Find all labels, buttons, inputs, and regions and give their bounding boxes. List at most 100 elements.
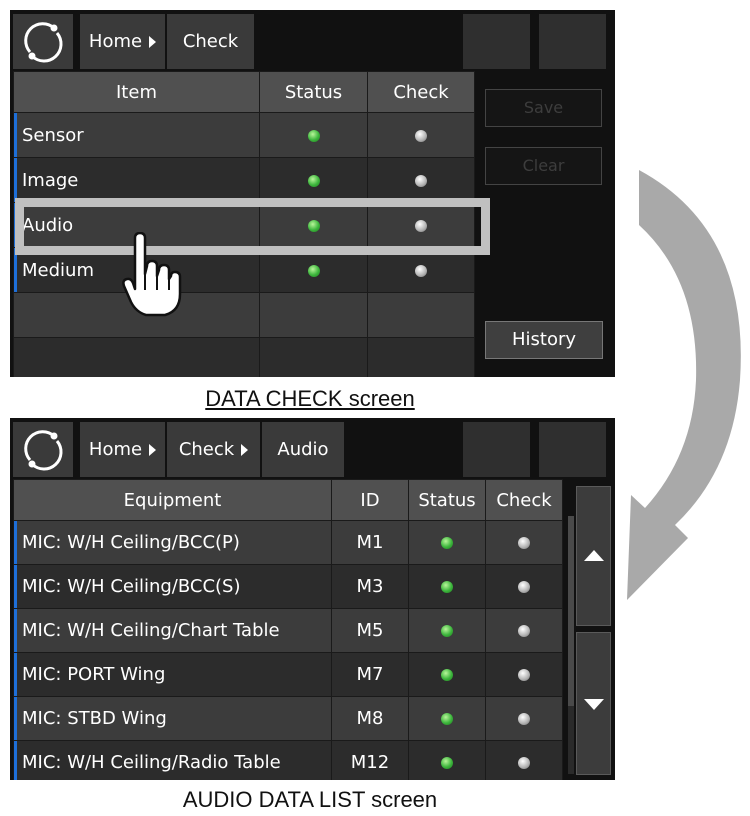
top-button-2[interactable] [539, 14, 606, 69]
top-button-1[interactable] [463, 14, 530, 69]
scroll-up-icon [583, 550, 604, 561]
table-row[interactable]: MIC: W/H Ceiling/BCC(S) M3 [13, 564, 563, 609]
equipment-id: M8 [331, 696, 409, 741]
status-cell [408, 696, 486, 741]
check-indicator [518, 537, 530, 549]
clear-button[interactable]: Clear [485, 147, 602, 185]
check-cell [485, 652, 563, 697]
status-cell [259, 112, 368, 158]
table-row-sensor[interactable]: Sensor [13, 112, 475, 158]
top-button-1[interactable] [463, 422, 530, 477]
equipment-name: MIC: STBD Wing [13, 696, 332, 741]
breadcrumb-arrow-icon [149, 444, 157, 456]
check-indicator [415, 174, 427, 187]
breadcrumb-check[interactable]: Check [167, 422, 260, 477]
scroll-down-icon [583, 698, 604, 710]
table-row[interactable]: MIC: W/H Ceiling/Radio Table M12 [13, 740, 563, 780]
breadcrumb-home[interactable]: Home [80, 422, 165, 477]
status-ok-indicator [441, 625, 453, 637]
empty-cell [259, 337, 368, 377]
status-cell [408, 740, 486, 780]
status-ok-indicator [307, 129, 320, 142]
table-row[interactable]: MIC: PORT Wing M7 [13, 652, 563, 697]
empty-cell [367, 292, 475, 338]
app-logo-icon [24, 430, 63, 471]
equipment-name: MIC: W/H Ceiling/BCC(S) [13, 564, 332, 609]
column-header-check: Check [485, 479, 563, 521]
status-cell [259, 157, 368, 203]
check-indicator [518, 757, 530, 769]
curved-arrow-icon [627, 170, 741, 600]
equipment-name: MIC: W/H Ceiling/Chart Table [13, 608, 332, 653]
column-header-id: ID [331, 479, 409, 521]
scroll-up-button[interactable] [576, 486, 611, 626]
data-check-screen: Home Check Item Status Check Sensor Imag… [10, 10, 615, 377]
table-row[interactable]: MIC: W/H Ceiling/BCC(P) M1 [13, 520, 563, 565]
equipment-id: M12 [331, 740, 409, 780]
breadcrumb-arrow-icon [149, 36, 157, 48]
check-cell [485, 696, 563, 741]
top-bar: Home Check Audio [10, 418, 615, 479]
table-row[interactable]: MIC: W/H Ceiling/Chart Table M5 [13, 608, 563, 653]
check-cell [485, 564, 563, 609]
status-cell [408, 520, 486, 565]
status-ok-indicator [441, 757, 453, 769]
equipment-name: MIC: PORT Wing [13, 652, 332, 697]
equipment-name: MIC: W/H Ceiling/BCC(P) [13, 520, 332, 565]
scroll-down-button[interactable] [576, 632, 611, 775]
history-button[interactable]: History [485, 321, 603, 359]
breadcrumb-check: Check [167, 14, 254, 69]
top-button-2[interactable] [539, 422, 606, 477]
equipment-id: M7 [331, 652, 409, 697]
column-header-item: Item [13, 71, 260, 113]
check-cell [485, 608, 563, 653]
column-header-status: Status [408, 479, 486, 521]
check-cell [485, 740, 563, 780]
status-ok-indicator [307, 264, 320, 277]
item-name: Image [13, 157, 260, 203]
save-button[interactable]: Save [485, 89, 602, 127]
equipment-id: M5 [331, 608, 409, 653]
check-indicator [518, 669, 530, 681]
breadcrumb-home[interactable]: Home [80, 14, 165, 69]
app-logo-icon [24, 22, 63, 63]
audio-data-table: Equipment ID Status Check MIC: W/H Ceili… [13, 479, 563, 780]
table-row[interactable]: MIC: STBD Wing M8 [13, 696, 563, 741]
selection-highlight [15, 198, 490, 255]
status-ok-indicator [441, 581, 453, 593]
screen-caption: DATA CHECK screen [205, 386, 415, 411]
check-cell [367, 157, 475, 203]
column-header-check: Check [367, 71, 475, 113]
status-ok-indicator [307, 174, 320, 187]
equipment-name: MIC: W/H Ceiling/Radio Table [13, 740, 332, 780]
scrollbar-thumb[interactable] [568, 516, 574, 706]
table-row-empty [13, 337, 475, 377]
item-name: Sensor [13, 112, 260, 158]
audio-data-list-screen: Home Check Audio Equipment ID Status Che… [10, 418, 615, 780]
app-logo-button[interactable] [13, 422, 73, 477]
app-logo-button[interactable] [13, 14, 73, 69]
screen-caption: AUDIO DATA LIST screen [182, 787, 438, 812]
check-indicator [415, 129, 427, 142]
status-ok-indicator [441, 669, 453, 681]
check-indicator [415, 264, 427, 277]
empty-cell [259, 292, 368, 338]
table-row-image[interactable]: Image [13, 157, 475, 203]
status-cell [408, 608, 486, 653]
breadcrumb-arrow-icon [241, 444, 249, 456]
equipment-id: M1 [331, 520, 409, 565]
column-header-equipment: Equipment [13, 479, 332, 521]
check-cell [367, 112, 475, 158]
equipment-id: M3 [331, 564, 409, 609]
check-indicator [518, 713, 530, 725]
check-indicator [518, 581, 530, 593]
check-indicator [518, 625, 530, 637]
status-ok-indicator [441, 537, 453, 549]
status-ok-indicator [441, 713, 453, 725]
empty-cell [13, 337, 260, 377]
status-cell [408, 564, 486, 609]
table-row-empty [13, 292, 475, 338]
check-cell [485, 520, 563, 565]
empty-cell [367, 337, 475, 377]
column-header-status: Status [259, 71, 368, 113]
